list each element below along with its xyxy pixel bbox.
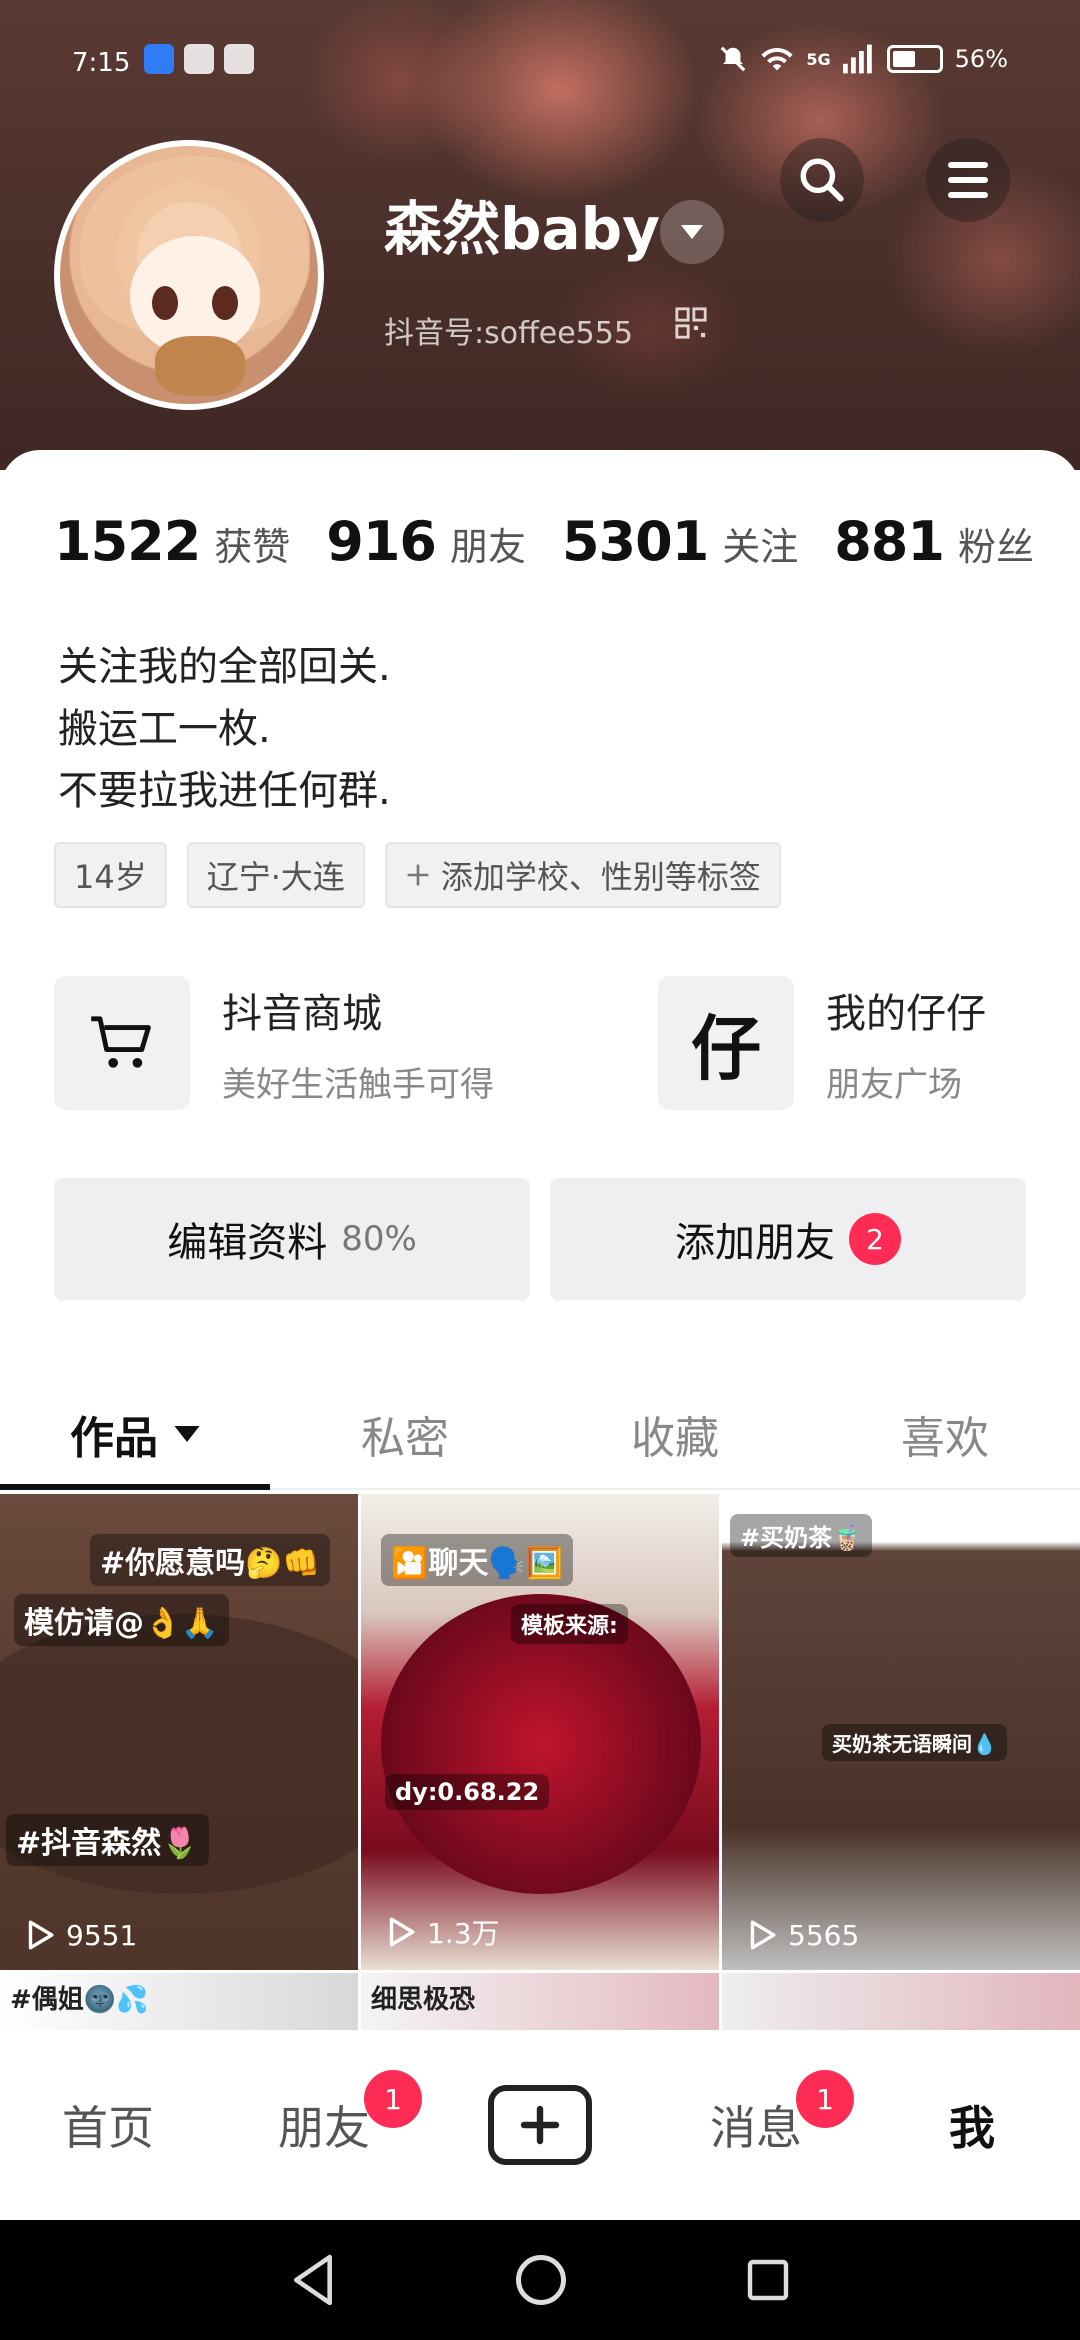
hotspot-notification-icon: [224, 44, 254, 74]
nav-me[interactable]: 我: [864, 2030, 1080, 2220]
video-caption: #偶姐🌚💦: [10, 1985, 149, 2015]
edit-profile-label: 编辑资料: [167, 1220, 328, 1266]
stat-friends[interactable]: 916 朋友: [326, 510, 526, 573]
content-tabs: 作品 私密 收藏 喜欢: [0, 1380, 1080, 1490]
create-button[interactable]: [488, 2085, 592, 2165]
play-count: 5565: [744, 1918, 859, 1952]
video-thumbnail[interactable]: [722, 1973, 1080, 2030]
video-caption: dy:0.68.22: [385, 1774, 550, 1810]
zaizai-title: 我的仔仔: [826, 990, 986, 1037]
zaizai-tile: 仔: [658, 976, 794, 1110]
add-friend-badge: 2: [849, 1213, 901, 1265]
avatar[interactable]: [54, 140, 324, 410]
video-caption: 🎦聊天🗣️🖼️: [381, 1534, 574, 1586]
recents-icon[interactable]: [744, 2256, 792, 2304]
bio[interactable]: 关注我的全部回关. 搬运工一枚. 不要拉我进任何群.: [58, 636, 391, 822]
bio-line: 不要拉我进任何群.: [58, 768, 391, 814]
stat-likes[interactable]: 1522 获赞: [54, 510, 290, 573]
messages-badge: 1: [796, 2070, 854, 2128]
mall-subtitle: 美好生活触手可得: [222, 1064, 494, 1105]
video-thumbnail[interactable]: #买奶茶🧋 买奶茶无语瞬间💧 5565: [722, 1494, 1080, 1970]
my-zaizai-entry[interactable]: 仔 我的仔仔 朋友广场: [658, 976, 986, 1110]
caret-down-icon: [681, 225, 703, 239]
location-tag[interactable]: 辽宁·大连: [186, 842, 365, 908]
back-icon[interactable]: [288, 2252, 338, 2308]
video-grid: #你愿意吗🤔👊 模仿请@👌🙏 #抖音森然🌷 9551 🎦聊天🗣️🖼️ 模板来源:…: [0, 1494, 1080, 2030]
nav-create[interactable]: [432, 2030, 648, 2220]
plus-icon: [520, 2105, 560, 2145]
app-notification-icon: [184, 44, 214, 74]
nav-home[interactable]: 首页: [0, 2030, 216, 2220]
shopping-cart-tile: [54, 976, 190, 1110]
play-count: 1.3万: [383, 1912, 500, 1952]
profile-completion: 80%: [341, 1219, 417, 1259]
video-caption: 模板来源:: [511, 1604, 628, 1644]
douyin-mall-entry[interactable]: 抖音商城 美好生活触手可得: [54, 976, 494, 1110]
video-caption: #你愿意吗🤔👊: [90, 1534, 330, 1586]
tab-favorites[interactable]: 收藏: [540, 1380, 810, 1488]
video-caption: 模仿请@👌🙏: [14, 1594, 229, 1646]
video-thumbnail[interactable]: #偶姐🌚💦: [0, 1973, 358, 2030]
add-friend-button[interactable]: 添加朋友 2: [550, 1178, 1026, 1300]
qr-code-icon[interactable]: [674, 306, 708, 340]
age-tag[interactable]: 14岁: [54, 842, 167, 908]
friends-badge: 1: [364, 2070, 422, 2128]
stat-followers[interactable]: 881 粉丝: [834, 510, 1034, 573]
bio-line: 搬运工一枚.: [58, 706, 271, 752]
video-caption: #抖音森然🌷: [6, 1814, 209, 1866]
stats-row: 1522 获赞 916 朋友 5301 关注 881 粉丝: [54, 510, 1034, 573]
play-icon: [750, 1920, 776, 1950]
system-navigation-bar: [0, 2220, 1080, 2340]
bio-line: 关注我的全部回关.: [58, 644, 391, 690]
play-icon: [389, 1917, 415, 1947]
tab-works[interactable]: 作品: [0, 1380, 270, 1490]
video-caption: 买奶茶无语瞬间💧: [822, 1724, 1007, 1761]
bottom-nav: 首页 朋友 1 消息 1 我: [0, 2030, 1080, 2220]
zaizai-subtitle: 朋友广场: [826, 1064, 962, 1105]
account-switch-button[interactable]: [660, 200, 724, 264]
tab-private[interactable]: 私密: [270, 1380, 540, 1488]
play-icon: [28, 1920, 54, 1950]
play-count: 9551: [22, 1918, 137, 1952]
tab-likes[interactable]: 喜欢: [810, 1380, 1080, 1488]
status-right: 5G 56%: [718, 44, 1008, 74]
home-icon[interactable]: [514, 2253, 568, 2307]
display-name: 森然baby: [384, 195, 660, 263]
search-button[interactable]: [780, 138, 864, 222]
video-thumbnail[interactable]: #你愿意吗🤔👊 模仿请@👌🙏 #抖音森然🌷 9551: [0, 1494, 358, 1970]
battery-percent: 56%: [954, 45, 1008, 73]
add-friend-label: 添加朋友: [675, 1220, 835, 1266]
network-type: 5G: [806, 49, 831, 69]
edit-profile-button[interactable]: 编辑资料 80%: [54, 1178, 530, 1300]
notification-icons: [144, 44, 254, 74]
shopping-cart-icon: [91, 1016, 151, 1068]
mute-icon: [721, 46, 746, 72]
search-icon: [800, 158, 844, 202]
signal-icon: [842, 44, 872, 74]
bulb-notification-icon: [144, 44, 174, 74]
video-thumbnail[interactable]: 🎦聊天🗣️🖼️ 模板来源: dy:0.68.22 1.3万: [361, 1494, 719, 1970]
add-tag-button[interactable]: 添加学校、性别等标签: [384, 842, 781, 908]
battery-icon: [886, 45, 943, 73]
status-time: 7:15: [72, 48, 131, 78]
zaizai-icon: 仔: [691, 1007, 761, 1090]
video-caption: 细思极恐: [371, 1985, 476, 2015]
hamburger-menu-icon: [948, 162, 988, 198]
menu-button[interactable]: [926, 138, 1010, 222]
profile-tags: 14岁 辽宁·大连 添加学校、性别等标签: [54, 842, 781, 908]
status-bar: 7:15 5G 56%: [0, 40, 1080, 90]
nav-friends[interactable]: 朋友 1: [216, 2030, 432, 2220]
nav-messages[interactable]: 消息 1: [648, 2030, 864, 2220]
douyin-id: 抖音号:soffee555: [384, 316, 633, 351]
video-thumbnail[interactable]: 细思极恐: [361, 1973, 719, 2030]
video-caption: #买奶茶🧋: [730, 1514, 872, 1557]
add-tag-label: 添加学校、性别等标签: [440, 858, 761, 896]
caret-down-icon: [174, 1426, 200, 1442]
mall-title: 抖音商城: [222, 990, 382, 1037]
stat-following[interactable]: 5301 关注: [562, 510, 798, 573]
profile-header: 7:15 5G 56% 森然baby 抖音号:soffee555: [0, 0, 1080, 470]
wifi-icon: [761, 47, 793, 71]
plus-icon: [407, 864, 429, 886]
